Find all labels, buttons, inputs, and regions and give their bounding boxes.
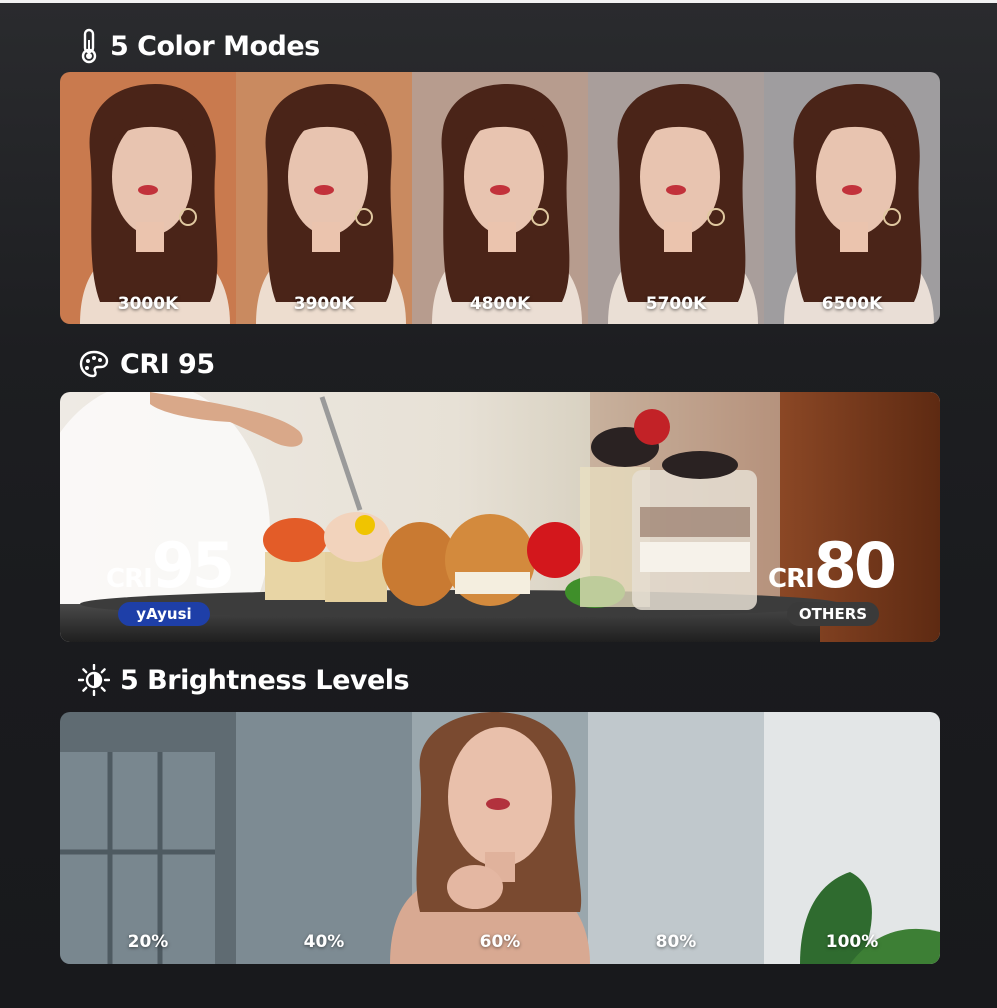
brightness-level-label: 60% <box>479 932 521 952</box>
portrait-image <box>412 72 588 324</box>
color-mode-tile: 3900K <box>236 72 412 324</box>
color-modes-title: 5 Color Modes <box>110 30 320 62</box>
brightness-level-label: 80% <box>655 932 697 952</box>
brightness-levels-image <box>60 712 940 964</box>
brightness-level-label: 20% <box>127 932 169 952</box>
brand-badge: yAyusi <box>118 602 210 626</box>
cri-others-score: CRI 80 <box>768 529 897 602</box>
cri-prefix-right: CRI <box>768 563 815 594</box>
others-badge: OTHERS <box>787 602 879 626</box>
color-mode-tile: 4800K <box>412 72 588 324</box>
portrait-image <box>236 72 412 324</box>
palette-icon <box>79 350 109 378</box>
portrait-image <box>588 72 764 324</box>
cri-value-right: 80 <box>813 529 897 602</box>
brightness-title: 5 Brightness Levels <box>120 664 410 696</box>
sun-icon <box>78 664 110 696</box>
top-divider <box>0 0 997 3</box>
cri-title: CRI 95 <box>120 348 215 380</box>
brightness-level-label: 40% <box>303 932 345 952</box>
cri-value-left: 95 <box>151 529 235 602</box>
cri-prefix-left: CRI <box>106 563 153 594</box>
brightness-heading: 5 Brightness Levels <box>78 660 410 700</box>
brightness-panel: 20% 40% 60% 80% 100% <box>60 712 940 964</box>
color-temperature-label: 3900K <box>293 294 355 314</box>
color-mode-tile: 5700K <box>588 72 764 324</box>
color-modes-heading: 5 Color Modes <box>78 26 320 66</box>
color-modes-panel: 3000K 3900K 4800K 5700K 6500K <box>60 72 940 324</box>
thermometer-icon <box>81 28 97 64</box>
cri-yayusi-score: CRI 95 <box>106 529 235 602</box>
brightness-level-label: 100% <box>825 932 879 952</box>
cri-heading: CRI 95 <box>78 344 215 384</box>
color-temperature-label: 5700K <box>645 294 707 314</box>
color-mode-tile: 3000K <box>60 72 236 324</box>
color-temperature-label: 6500K <box>821 294 883 314</box>
portrait-image <box>764 72 940 324</box>
color-temperature-label: 4800K <box>469 294 531 314</box>
color-temperature-label: 3000K <box>117 294 179 314</box>
color-mode-tile: 6500K <box>764 72 940 324</box>
cri-comparison-panel: CRI 95 yAyusi CRI 80 OTHERS <box>60 392 940 642</box>
portrait-image <box>60 72 236 324</box>
